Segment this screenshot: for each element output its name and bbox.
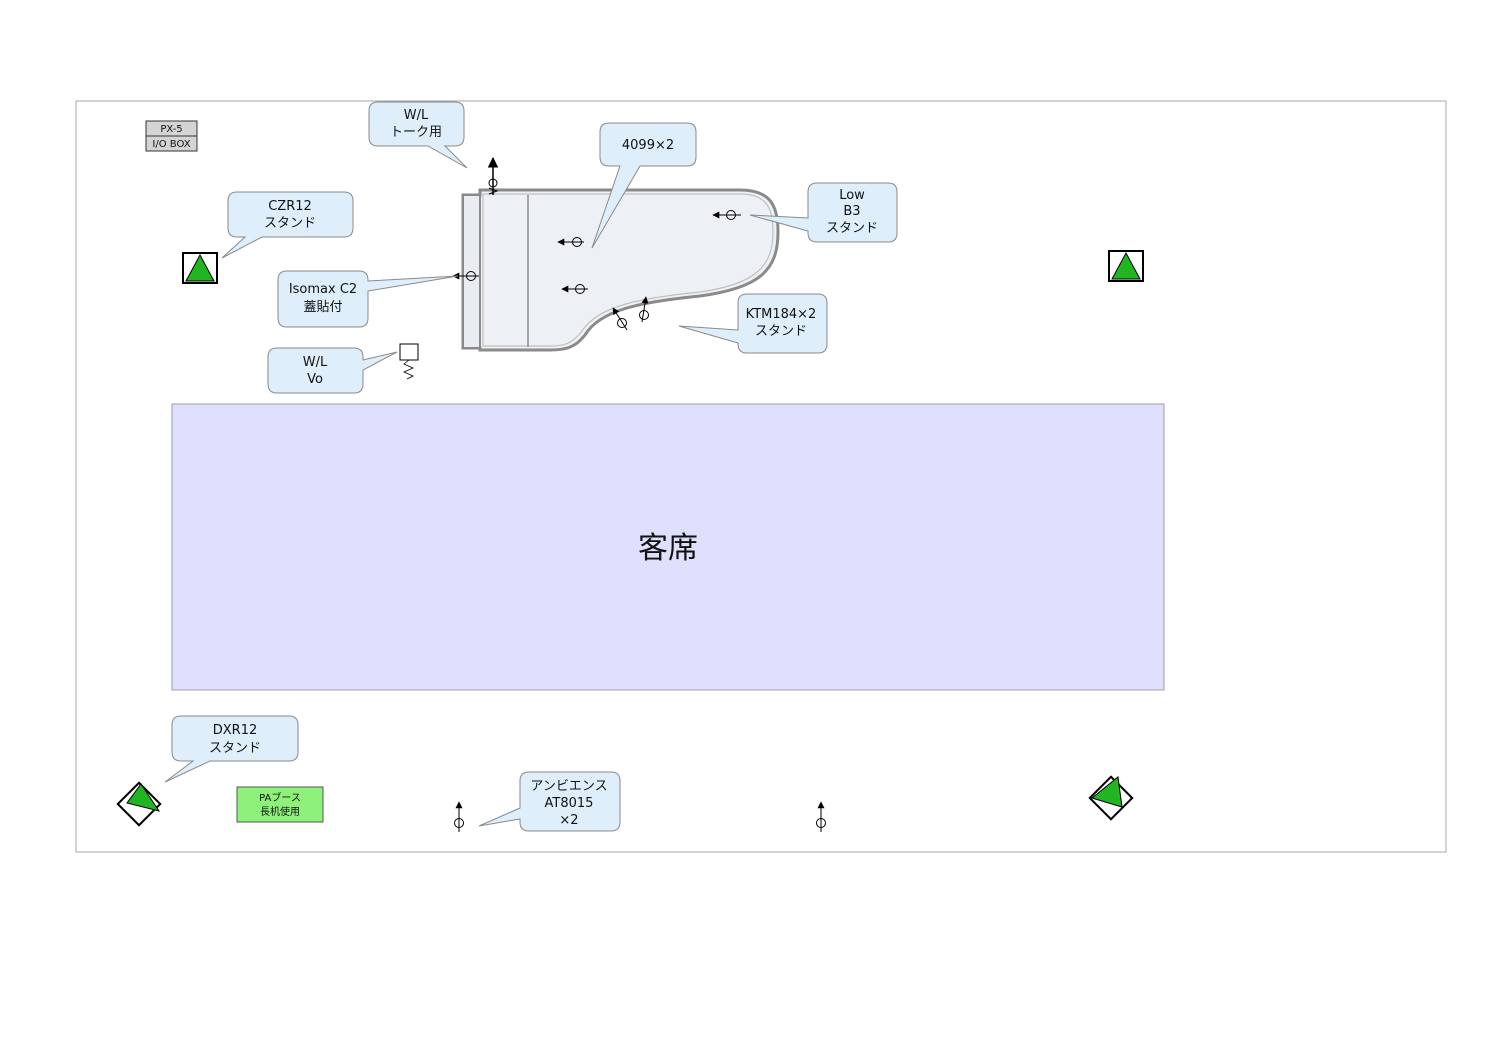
callout-ambience-line3: ×2 — [559, 813, 578, 828]
callout-ambience-line1: アンビエンス — [530, 779, 607, 794]
callout-ktm184-line1: KTM184×2 — [746, 307, 817, 322]
pa-booth: PAブース 長机使用 — [236, 786, 324, 823]
callout-isomax-line1: Isomax C2 — [289, 282, 357, 297]
speaker-right-main — [1108, 250, 1144, 282]
callout-ktm184-line2: スタンド — [755, 324, 807, 339]
pa-booth-sublabel: 長机使用 — [260, 805, 300, 818]
callout-low-b3-line1: Low — [839, 188, 865, 203]
callout-low-b3-line2: B3 — [843, 204, 860, 219]
px5-io-box: PX-5 I/O BOX — [145, 120, 198, 152]
callout-wl-talk-line1: W/L — [404, 108, 429, 123]
callout-ambience-line2: AT8015 — [545, 796, 594, 811]
io-box-label: I/O BOX — [152, 139, 190, 150]
pa-booth-label: PAブース — [259, 791, 301, 804]
callout-dxr12-line2: スタンド — [209, 741, 261, 756]
callout-wl-vo-line1: W/L — [303, 355, 328, 370]
audience-label: 客席 — [638, 531, 698, 566]
stage-plot-diagram: 客席 PX-5 I/O BOX PAブース 長机使用 W/L トーク用 4099… — [75, 100, 1447, 853]
audience-area: 客席 — [171, 403, 1165, 691]
callout-czr12-line2: スタンド — [264, 216, 316, 231]
callout-wl-talk-line2: トーク用 — [390, 125, 442, 140]
callout-czr12-line1: CZR12 — [268, 199, 312, 214]
speaker-left-main — [182, 252, 218, 284]
px5-label: PX-5 — [160, 124, 182, 135]
callout-dxr12-line1: DXR12 — [213, 723, 258, 738]
callout-4099-line1: 4099×2 — [622, 138, 674, 153]
callout-wl-vo-line2: Vo — [307, 372, 323, 387]
callout-isomax-line2: 蓋貼付 — [303, 300, 342, 315]
callout-low-b3-line3: スタンド — [826, 221, 878, 236]
